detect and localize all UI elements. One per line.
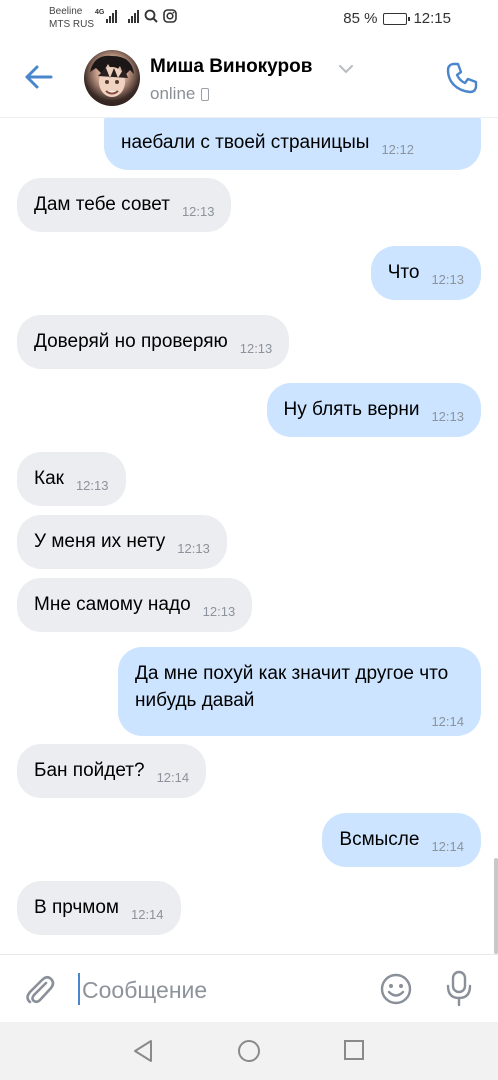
message-text: Ну блять верни — [283, 399, 420, 420]
contact-name[interactable]: Миша Винокуров — [150, 56, 312, 78]
signal-icon-sim1: 4G — [95, 9, 118, 23]
message-time: 12:14 — [130, 907, 164, 922]
status-bar: Beeline MTS RUS 4G 85 % 12:15 — [0, 0, 498, 38]
avatar-image — [90, 55, 134, 97]
avatar[interactable] — [84, 50, 140, 106]
message-composer: Сообщение — [0, 954, 498, 1022]
message-text: Да мне похуй как значит другое что нибуд… — [135, 663, 449, 711]
message-time: 12:13 — [177, 541, 210, 556]
message-text: Что — [387, 262, 420, 283]
microphone-icon[interactable] — [444, 970, 474, 1008]
message-bubble-incoming[interactable]: Доверяй но проверяю 12:13 — [17, 315, 290, 369]
message-time: 12:14 — [156, 770, 190, 785]
smile-icon[interactable] — [378, 971, 414, 1007]
message-text: В прчмом — [34, 897, 119, 918]
chat-header: Миша Винокуров online — [0, 38, 498, 118]
message-time: 12:14 — [431, 839, 464, 854]
mobile-device-icon — [201, 87, 210, 101]
message-bubble-outgoing[interactable]: Всмысле 12:14 — [322, 813, 481, 867]
message-bubble-incoming[interactable]: В прчмом 12:14 — [17, 881, 181, 935]
clock: 12:15 — [413, 10, 451, 27]
message-time: 12:13 — [75, 478, 109, 493]
message-time: 12:13 — [181, 204, 215, 219]
system-navigation-bar — [0, 1022, 498, 1080]
message-time: 12:14 — [431, 714, 464, 729]
phone-icon[interactable] — [444, 60, 480, 96]
message-bubble-outgoing[interactable]: Ну блять верни 12:13 — [266, 383, 481, 437]
message-bubble-incoming[interactable]: Мне самому надо 12:13 — [17, 578, 253, 632]
message-list[interactable]: наебали с твоей страницыы 12:12 Дам тебе … — [0, 118, 498, 954]
message-text: Доверяй но проверяю — [34, 331, 228, 352]
message-time: 12:13 — [431, 409, 464, 424]
message-bubble-incoming[interactable]: Дам тебе совет 12:13 — [17, 178, 232, 232]
message-input[interactable] — [78, 971, 358, 1007]
chat-scrollbar[interactable] — [494, 858, 498, 954]
message-text: Дам тебе совет — [34, 194, 170, 215]
message-text: Мне самому надо — [34, 594, 191, 615]
message-bubble-incoming[interactable]: Как 12:13 — [17, 452, 126, 506]
message-bubble-incoming[interactable]: Бан пойдет? 12:14 — [17, 744, 207, 798]
carrier-1: Beeline — [49, 6, 83, 17]
paperclip-icon[interactable] — [22, 973, 56, 1007]
message-bubble-outgoing[interactable]: наебали с твоей страницыы 12:12 — [104, 118, 481, 170]
message-text: Всмысле — [339, 829, 420, 850]
back-triangle-icon[interactable] — [132, 1039, 154, 1063]
message-text: Как — [34, 468, 64, 489]
message-text: наебали с твоей страницыы — [121, 132, 370, 153]
chevron-down-icon[interactable] — [338, 64, 354, 74]
text-cursor — [78, 973, 80, 1005]
message-time: 12:13 — [239, 341, 273, 356]
recents-square-icon[interactable] — [343, 1039, 365, 1061]
battery-icon — [383, 12, 411, 25]
message-text: У меня их нету — [34, 531, 166, 552]
carrier-labels: Beeline MTS RUS — [49, 5, 94, 31]
instagram-icon — [163, 9, 178, 23]
message-time: 12:13 — [202, 604, 236, 619]
message-bubble-outgoing[interactable]: Да мне похуй как значит другое что нибуд… — [118, 647, 481, 736]
message-bubble-incoming[interactable]: У меня их нету 12:13 — [17, 515, 227, 569]
message-text: Бан пойдет? — [34, 760, 145, 781]
battery-percent: 85 % — [343, 10, 378, 27]
arrow-left-icon[interactable] — [22, 60, 56, 94]
status-icons-right: 85 % 12:15 — [343, 10, 451, 27]
search-icon — [144, 9, 159, 23]
status-icons-left: 4G — [95, 9, 178, 23]
online-status: online — [150, 84, 210, 104]
message-time: 12:12 — [381, 142, 414, 157]
online-status-text: online — [150, 84, 196, 103]
message-bubble-outgoing[interactable]: Что 12:13 — [370, 246, 481, 300]
message-time: 12:13 — [431, 272, 464, 287]
carrier-2: MTS RUS — [49, 19, 94, 30]
signal-icon-sim2 — [128, 9, 140, 23]
network-type: 4G — [95, 9, 105, 16]
home-circle-icon[interactable] — [237, 1039, 261, 1063]
